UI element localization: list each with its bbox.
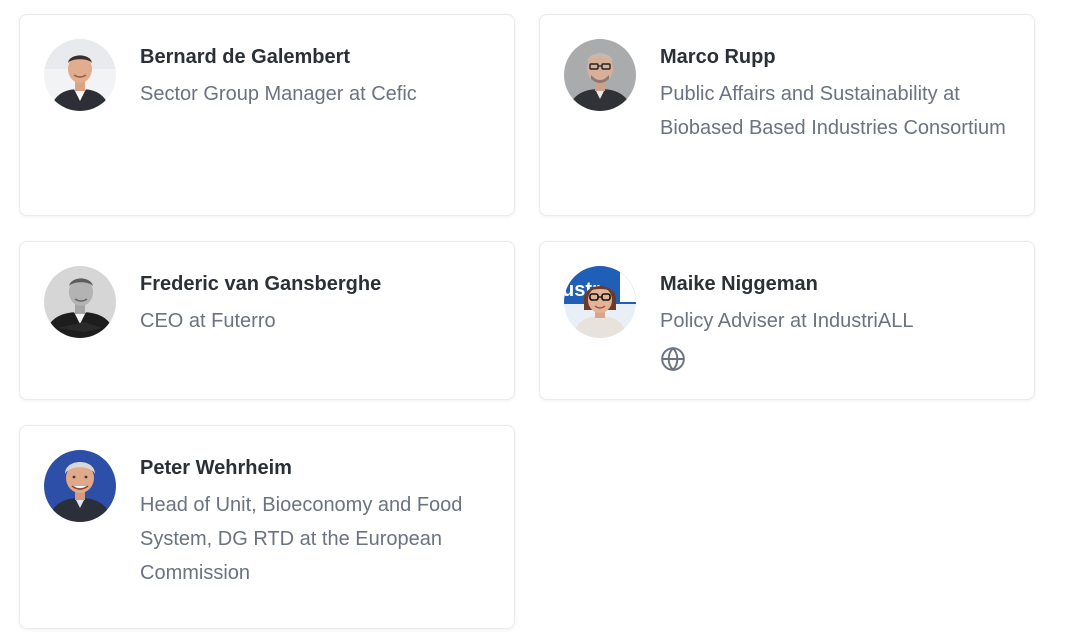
speaker-role: Sector Group Manager at Cefic [140, 83, 417, 105]
speaker-name: Maike Niggeman [660, 273, 818, 295]
speaker-role: Policy Adviser at IndustriALL [660, 310, 914, 332]
speaker-card: Marco Rupp Public Affairs and Sustainabi… [539, 14, 1035, 216]
speaker-card: Bernard de Galembert Sector Group Manage… [19, 14, 515, 216]
speaker-card: ustr Maike Niggeman Policy Adviser at In… [539, 241, 1035, 400]
speakers-grid: Bernard de Galembert Sector Group Manage… [0, 0, 1068, 636]
speaker-role: Head of Unit, Bioeconomy and Food System… [140, 494, 463, 584]
speaker-name: Marco Rupp [660, 46, 776, 68]
portrait-image: ustr [564, 266, 636, 338]
speaker-name: Bernard de Galembert [140, 46, 351, 68]
portrait-image [44, 266, 116, 338]
globe-icon[interactable] [660, 346, 686, 372]
portrait-image [44, 450, 116, 522]
speaker-avatar: ustr [564, 266, 636, 338]
speaker-avatar [44, 450, 116, 522]
speaker-avatar [44, 39, 116, 111]
speaker-avatar [564, 39, 636, 111]
speaker-avatar [44, 266, 116, 338]
portrait-image [44, 39, 116, 111]
speaker-role: Public Affairs and Sustainability at Bio… [660, 83, 1006, 139]
portrait-image [564, 39, 636, 111]
speaker-role: CEO at Futerro [140, 310, 276, 332]
speaker-card: Peter Wehrheim Head of Unit, Bioeconomy … [19, 425, 515, 629]
speaker-card: Frederic van Gansberghe CEO at Futerro [19, 241, 515, 400]
speaker-name: Peter Wehrheim [140, 457, 292, 479]
speaker-name: Frederic van Gansberghe [140, 273, 382, 295]
